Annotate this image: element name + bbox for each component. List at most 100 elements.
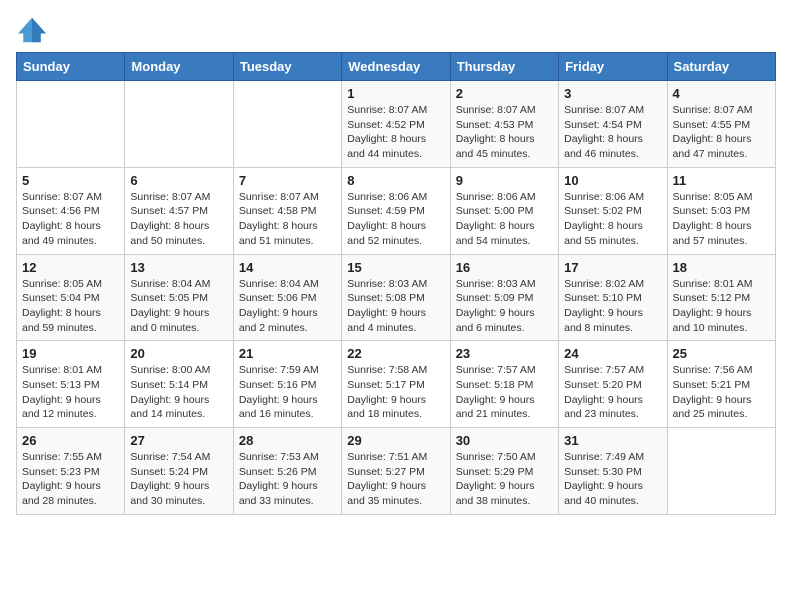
day-content: Sunrise: 8:01 AM Sunset: 5:12 PM Dayligh… [673, 277, 770, 336]
day-header-tuesday: Tuesday [233, 53, 341, 81]
calendar-cell: 6 Sunrise: 8:07 AM Sunset: 4:57 PM Daylig… [125, 167, 233, 254]
day-number: 17 [564, 260, 661, 275]
day-content: Sunrise: 8:05 AM Sunset: 5:04 PM Dayligh… [22, 277, 119, 336]
day-content: Sunrise: 8:01 AM Sunset: 5:13 PM Dayligh… [22, 363, 119, 422]
day-content: Sunrise: 8:07 AM Sunset: 4:55 PM Dayligh… [673, 103, 770, 162]
day-number: 23 [456, 346, 553, 361]
day-number: 1 [347, 86, 444, 101]
day-number: 15 [347, 260, 444, 275]
calendar-cell: 21 Sunrise: 7:59 AM Sunset: 5:16 PM Dayli… [233, 341, 341, 428]
day-number: 8 [347, 173, 444, 188]
day-content: Sunrise: 7:55 AM Sunset: 5:23 PM Dayligh… [22, 450, 119, 509]
day-number: 28 [239, 433, 336, 448]
day-content: Sunrise: 8:07 AM Sunset: 4:52 PM Dayligh… [347, 103, 444, 162]
day-number: 27 [130, 433, 227, 448]
calendar-cell: 4Sunrise: 8:07 AM Sunset: 4:55 PM Daylig… [667, 81, 775, 168]
day-content: Sunrise: 8:03 AM Sunset: 5:08 PM Dayligh… [347, 277, 444, 336]
day-number: 22 [347, 346, 444, 361]
calendar-header: SundayMondayTuesdayWednesdayThursdayFrid… [17, 53, 776, 81]
calendar-cell: 8 Sunrise: 8:06 AM Sunset: 4:59 PM Daylig… [342, 167, 450, 254]
day-number: 14 [239, 260, 336, 275]
calendar-week-row: 26 Sunrise: 7:55 AM Sunset: 5:23 PM Dayli… [17, 428, 776, 515]
calendar-week-row: 5Sunrise: 8:07 AM Sunset: 4:56 PM Daylig… [17, 167, 776, 254]
calendar-cell: 25 Sunrise: 7:56 AM Sunset: 5:21 PM Dayli… [667, 341, 775, 428]
day-number: 10 [564, 173, 661, 188]
calendar-cell [233, 81, 341, 168]
day-content: Sunrise: 7:56 AM Sunset: 5:21 PM Dayligh… [673, 363, 770, 422]
day-content: Sunrise: 7:59 AM Sunset: 5:16 PM Dayligh… [239, 363, 336, 422]
day-number: 12 [22, 260, 119, 275]
day-content: Sunrise: 7:49 AM Sunset: 5:30 PM Dayligh… [564, 450, 661, 509]
day-number: 18 [673, 260, 770, 275]
day-number: 19 [22, 346, 119, 361]
day-header-wednesday: Wednesday [342, 53, 450, 81]
day-content: Sunrise: 8:02 AM Sunset: 5:10 PM Dayligh… [564, 277, 661, 336]
calendar-table: SundayMondayTuesdayWednesdayThursdayFrid… [16, 52, 776, 515]
day-number: 3 [564, 86, 661, 101]
day-content: Sunrise: 7:53 AM Sunset: 5:26 PM Dayligh… [239, 450, 336, 509]
calendar-cell: 5Sunrise: 8:07 AM Sunset: 4:56 PM Daylig… [17, 167, 125, 254]
day-header-sunday: Sunday [17, 53, 125, 81]
day-number: 11 [673, 173, 770, 188]
day-number: 31 [564, 433, 661, 448]
day-number: 9 [456, 173, 553, 188]
calendar-cell: 17 Sunrise: 8:02 AM Sunset: 5:10 PM Dayli… [559, 254, 667, 341]
day-content: Sunrise: 8:07 AM Sunset: 4:53 PM Dayligh… [456, 103, 553, 162]
calendar-cell: 30 Sunrise: 7:50 AM Sunset: 5:29 PM Dayli… [450, 428, 558, 515]
day-number: 13 [130, 260, 227, 275]
day-content: Sunrise: 8:04 AM Sunset: 5:06 PM Dayligh… [239, 277, 336, 336]
calendar-cell: 15 Sunrise: 8:03 AM Sunset: 5:08 PM Dayli… [342, 254, 450, 341]
day-content: Sunrise: 8:06 AM Sunset: 5:02 PM Dayligh… [564, 190, 661, 249]
day-content: Sunrise: 7:58 AM Sunset: 5:17 PM Dayligh… [347, 363, 444, 422]
day-content: Sunrise: 8:04 AM Sunset: 5:05 PM Dayligh… [130, 277, 227, 336]
day-header-saturday: Saturday [667, 53, 775, 81]
day-number: 21 [239, 346, 336, 361]
day-number: 16 [456, 260, 553, 275]
calendar-week-row: 12 Sunrise: 8:05 AM Sunset: 5:04 PM Dayli… [17, 254, 776, 341]
calendar-cell: 10 Sunrise: 8:06 AM Sunset: 5:02 PM Dayli… [559, 167, 667, 254]
day-number: 29 [347, 433, 444, 448]
calendar-cell: 19 Sunrise: 8:01 AM Sunset: 5:13 PM Dayli… [17, 341, 125, 428]
calendar-cell: 31 Sunrise: 7:49 AM Sunset: 5:30 PM Dayli… [559, 428, 667, 515]
day-content: Sunrise: 7:50 AM Sunset: 5:29 PM Dayligh… [456, 450, 553, 509]
calendar-cell: 29Sunrise: 7:51 AM Sunset: 5:27 PM Dayli… [342, 428, 450, 515]
calendar-week-row: 1 Sunrise: 8:07 AM Sunset: 4:52 PM Daylig… [17, 81, 776, 168]
day-content: Sunrise: 8:03 AM Sunset: 5:09 PM Dayligh… [456, 277, 553, 336]
day-content: Sunrise: 8:07 AM Sunset: 4:58 PM Dayligh… [239, 190, 336, 249]
logo [16, 16, 52, 44]
calendar-cell: 12 Sunrise: 8:05 AM Sunset: 5:04 PM Dayli… [17, 254, 125, 341]
day-number: 2 [456, 86, 553, 101]
calendar-cell: 2 Sunrise: 8:07 AM Sunset: 4:53 PM Daylig… [450, 81, 558, 168]
day-content: Sunrise: 8:06 AM Sunset: 4:59 PM Dayligh… [347, 190, 444, 249]
calendar-cell: 16 Sunrise: 8:03 AM Sunset: 5:09 PM Dayli… [450, 254, 558, 341]
calendar-cell: 22 Sunrise: 7:58 AM Sunset: 5:17 PM Dayli… [342, 341, 450, 428]
day-content: Sunrise: 8:06 AM Sunset: 5:00 PM Dayligh… [456, 190, 553, 249]
day-number: 30 [456, 433, 553, 448]
day-number: 20 [130, 346, 227, 361]
calendar-cell: 11 Sunrise: 8:05 AM Sunset: 5:03 PM Dayli… [667, 167, 775, 254]
calendar-cell: 24Sunrise: 7:57 AM Sunset: 5:20 PM Dayli… [559, 341, 667, 428]
logo-icon [16, 16, 48, 44]
calendar-cell: 3Sunrise: 8:07 AM Sunset: 4:54 PM Daylig… [559, 81, 667, 168]
day-header-monday: Monday [125, 53, 233, 81]
calendar-cell: 18 Sunrise: 8:01 AM Sunset: 5:12 PM Dayli… [667, 254, 775, 341]
day-content: Sunrise: 7:57 AM Sunset: 5:18 PM Dayligh… [456, 363, 553, 422]
day-content: Sunrise: 8:05 AM Sunset: 5:03 PM Dayligh… [673, 190, 770, 249]
calendar-cell: 26 Sunrise: 7:55 AM Sunset: 5:23 PM Dayli… [17, 428, 125, 515]
calendar-cell [17, 81, 125, 168]
calendar-cell [667, 428, 775, 515]
calendar-cell [125, 81, 233, 168]
calendar-cell: 20Sunrise: 8:00 AM Sunset: 5:14 PM Dayli… [125, 341, 233, 428]
day-number: 26 [22, 433, 119, 448]
day-content: Sunrise: 7:54 AM Sunset: 5:24 PM Dayligh… [130, 450, 227, 509]
day-number: 25 [673, 346, 770, 361]
calendar-cell: 27 Sunrise: 7:54 AM Sunset: 5:24 PM Dayli… [125, 428, 233, 515]
day-number: 6 [130, 173, 227, 188]
day-header-thursday: Thursday [450, 53, 558, 81]
calendar-cell: 23 Sunrise: 7:57 AM Sunset: 5:18 PM Dayli… [450, 341, 558, 428]
page-header [16, 16, 776, 44]
day-number: 7 [239, 173, 336, 188]
day-content: Sunrise: 8:07 AM Sunset: 4:57 PM Dayligh… [130, 190, 227, 249]
day-number: 5 [22, 173, 119, 188]
day-header-friday: Friday [559, 53, 667, 81]
